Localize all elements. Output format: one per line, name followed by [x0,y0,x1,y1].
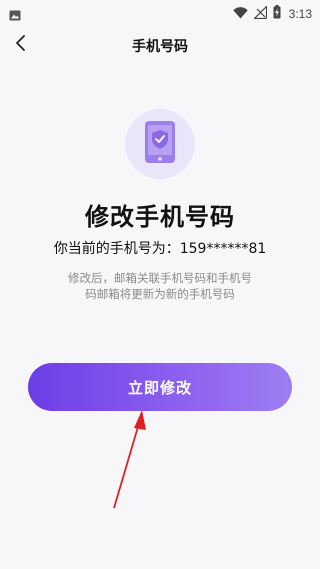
red-arrow-annotation [113,410,146,509]
